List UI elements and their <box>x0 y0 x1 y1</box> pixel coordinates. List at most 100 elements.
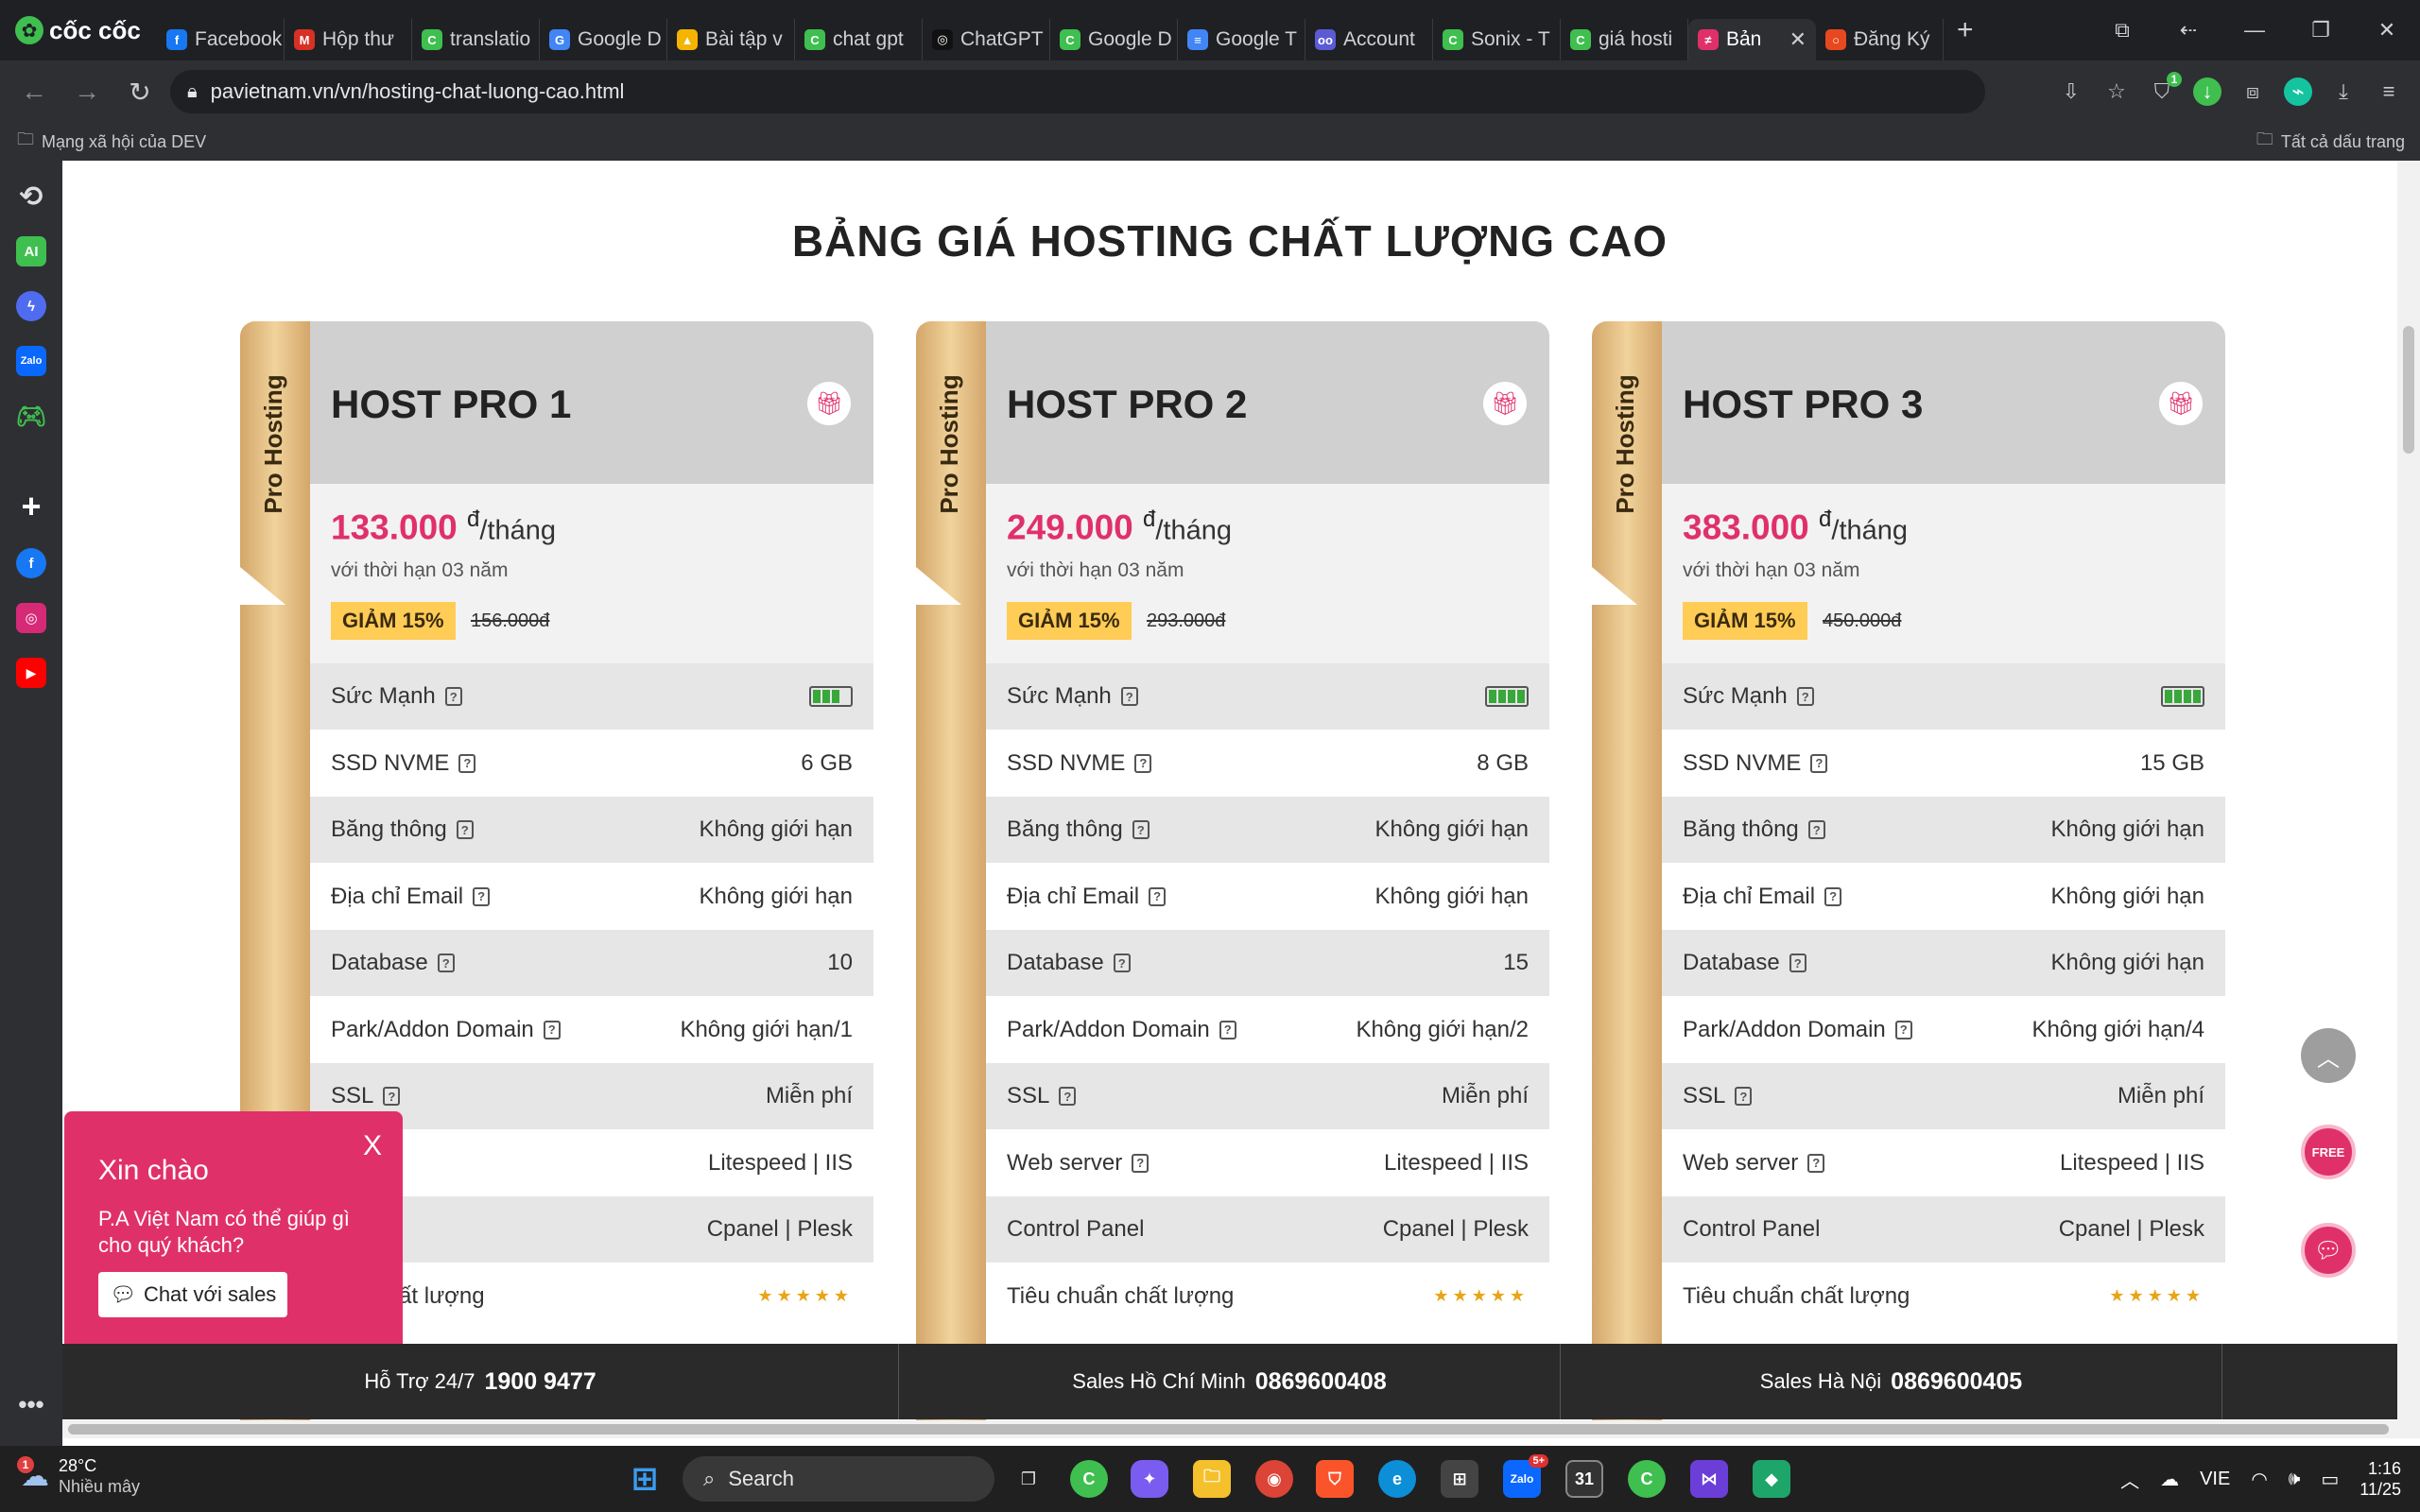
brave-icon[interactable]: ⛉ <box>1316 1460 1354 1498</box>
browser-tab[interactable]: G Google D <box>540 19 667 60</box>
onedrive-icon[interactable]: ☁ <box>2160 1468 2179 1491</box>
help-icon[interactable]: ? <box>1810 753 1828 773</box>
help-icon[interactable]: ? <box>437 954 455 972</box>
help-icon[interactable]: ? <box>444 687 462 706</box>
help-icon[interactable]: ? <box>458 753 476 773</box>
help-icon[interactable]: ? <box>1134 753 1152 773</box>
all-bookmarks[interactable]: 🗀︎ Tất cả dấu trang <box>2256 128 2405 156</box>
vertical-scrollbar[interactable] <box>2397 161 2420 1438</box>
browser-logo[interactable]: ✿ cốc cốc <box>15 16 157 45</box>
bookmark-folder[interactable]: Mạng xã hội của DEV <box>42 132 206 152</box>
help-icon[interactable]: ? <box>1807 820 1825 839</box>
help-icon[interactable]: ? <box>1789 954 1806 972</box>
help-icon[interactable]: ? <box>1132 820 1150 839</box>
horizontal-scrollbar[interactable] <box>62 1420 2397 1438</box>
minimize-button[interactable]: — <box>2221 18 2288 43</box>
shield-extension-icon[interactable]: ⛉ 1 <box>2148 72 2182 106</box>
contact-phone[interactable]: 1900 9477 <box>484 1368 596 1396</box>
help-icon[interactable]: ? <box>1894 1020 1912 1040</box>
copilot-icon[interactable]: ✦ <box>1131 1460 1168 1498</box>
chevron-up-icon[interactable]: ︿ <box>2120 1466 2139 1493</box>
footer-contact[interactable]: Sales Hà Nội 0869600405 <box>1561 1344 2222 1419</box>
browser-tab[interactable]: C Sonix - T <box>1433 19 1561 60</box>
browser-tab[interactable]: Cchat gpt <box>795 19 923 60</box>
youtube-icon[interactable]: ▶ <box>16 658 46 688</box>
downloads-icon[interactable]: ⤓ <box>2329 77 2358 106</box>
battery-icon[interactable]: ▭ <box>2321 1468 2339 1491</box>
help-icon[interactable]: ? <box>383 1087 401 1106</box>
browser-tab-active[interactable]: ≠ Bản ✕ <box>1688 19 1816 60</box>
reload-button[interactable]: ↻ <box>113 77 166 108</box>
volume-icon[interactable]: 🕪︎ <box>2289 1469 2301 1490</box>
footer-contact[interactable]: Hỗ Trợ 24/7 1900 9477 <box>62 1344 899 1419</box>
browser-tab[interactable]: ≡ Google T <box>1178 19 1305 60</box>
browser-tab[interactable]: ◎ ChatGPT <box>923 19 1050 60</box>
zalo-taskbar-icon[interactable]: Zalo 5+ <box>1503 1454 1548 1498</box>
gift-icon[interactable]: 🎁︎ <box>2159 382 2203 425</box>
browser-tab[interactable]: M Hộp thư <box>285 19 412 60</box>
restore-button[interactable]: ❐ <box>2288 18 2354 43</box>
contact-phone[interactable]: 0869600405 <box>1891 1368 2022 1396</box>
bookmark-star-icon[interactable]: ☆ <box>2102 77 2131 106</box>
browser-tab[interactable]: C Google D <box>1050 19 1178 60</box>
help-icon[interactable]: ? <box>456 820 474 839</box>
zalo-icon[interactable]: Zalo <box>16 346 46 376</box>
menu-icon[interactable]: ≡ <box>2375 77 2403 106</box>
clock[interactable]: 1:16 11/25 <box>2360 1458 2401 1500</box>
help-icon[interactable]: ? <box>1113 954 1131 972</box>
tab-search-icon[interactable]: ⧉ <box>2089 18 2155 43</box>
help-icon[interactable]: ? <box>1735 1087 1753 1106</box>
contact-phone[interactable]: 0869600408 <box>1255 1368 1387 1396</box>
extensions-puzzle-icon[interactable]: ⧈ <box>2238 77 2267 106</box>
more-icon[interactable]: ••• <box>16 1389 46 1419</box>
free-call-button[interactable]: FREE <box>2301 1125 2356 1179</box>
chat-float-button[interactable]: 💬︎ <box>2301 1223 2356 1278</box>
facebook-icon[interactable]: f <box>16 548 46 578</box>
scroll-thumb[interactable] <box>68 1424 2389 1435</box>
store-icon[interactable]: ⊞ <box>1441 1460 1478 1498</box>
chrome-icon[interactable]: ◉ <box>1255 1460 1293 1498</box>
browser-tab[interactable]: f Facebook <box>157 19 285 60</box>
back-history-icon[interactable]: ⇠ <box>2155 18 2221 43</box>
close-window-button[interactable]: ✕ <box>2354 18 2420 43</box>
scroll-top-button[interactable]: ︿ <box>2301 1028 2356 1083</box>
help-icon[interactable]: ? <box>1219 1020 1236 1040</box>
download-green-icon[interactable]: ↓ <box>2193 77 2221 106</box>
help-icon[interactable]: ? <box>1807 1153 1825 1173</box>
messenger-icon[interactable]: ϟ <box>16 291 46 321</box>
visual-studio-icon[interactable]: ⋈ <box>1690 1460 1728 1498</box>
game-icon[interactable]: 🎮︎ <box>16 401 47 431</box>
close-tab-icon[interactable]: ✕ <box>1789 27 1806 52</box>
help-icon[interactable]: ? <box>1824 886 1842 906</box>
close-greeting-button[interactable]: X <box>363 1130 382 1162</box>
language-indicator[interactable]: VIE <box>2200 1469 2230 1490</box>
browser-tab[interactable]: Cgiá hosti <box>1561 19 1688 60</box>
help-icon[interactable]: ? <box>1796 687 1814 706</box>
weather-widget[interactable]: ☁ 1 28°C Nhiều mây <box>17 1455 140 1497</box>
scroll-thumb[interactable] <box>2403 326 2414 454</box>
browser-tab[interactable]: ○ Đăng Ký <box>1816 19 1944 60</box>
coccoc-active-icon[interactable]: C <box>1628 1460 1666 1498</box>
wifi-icon[interactable]: ◠ <box>2251 1468 2267 1491</box>
gift-icon[interactable]: 🎁︎ <box>807 382 851 425</box>
edge-icon[interactable]: e <box>1378 1460 1416 1498</box>
calendar-icon[interactable]: 31 <box>1565 1460 1603 1498</box>
back-button[interactable]: ← <box>8 77 60 107</box>
history-icon[interactable]: ⟲ <box>16 181 46 213</box>
browser-tab[interactable]: oo Account <box>1305 19 1433 60</box>
help-icon[interactable]: ? <box>473 886 491 906</box>
address-bar[interactable]: 🔒︎ pavietnam.vn/vn/hosting-chat-luong-ca… <box>170 70 1985 113</box>
app-icon[interactable]: ◆ <box>1753 1460 1790 1498</box>
gift-icon[interactable]: 🎁︎ <box>1483 382 1527 425</box>
help-icon[interactable]: ? <box>1149 886 1167 906</box>
help-icon[interactable]: ? <box>1120 687 1138 706</box>
forward-button[interactable]: → <box>60 77 113 107</box>
windows-start-icon[interactable]: ⊞ <box>626 1460 664 1498</box>
help-icon[interactable]: ? <box>1132 1153 1150 1173</box>
taskbar-search[interactable]: ⌕ Search <box>683 1456 994 1502</box>
instagram-icon[interactable]: ◎ <box>16 603 46 633</box>
browser-tab[interactable]: ▲ Bài tập v <box>667 19 795 60</box>
help-icon[interactable]: ? <box>543 1020 561 1040</box>
ai-icon[interactable]: AI <box>16 236 46 266</box>
help-icon[interactable]: ? <box>1059 1087 1077 1106</box>
